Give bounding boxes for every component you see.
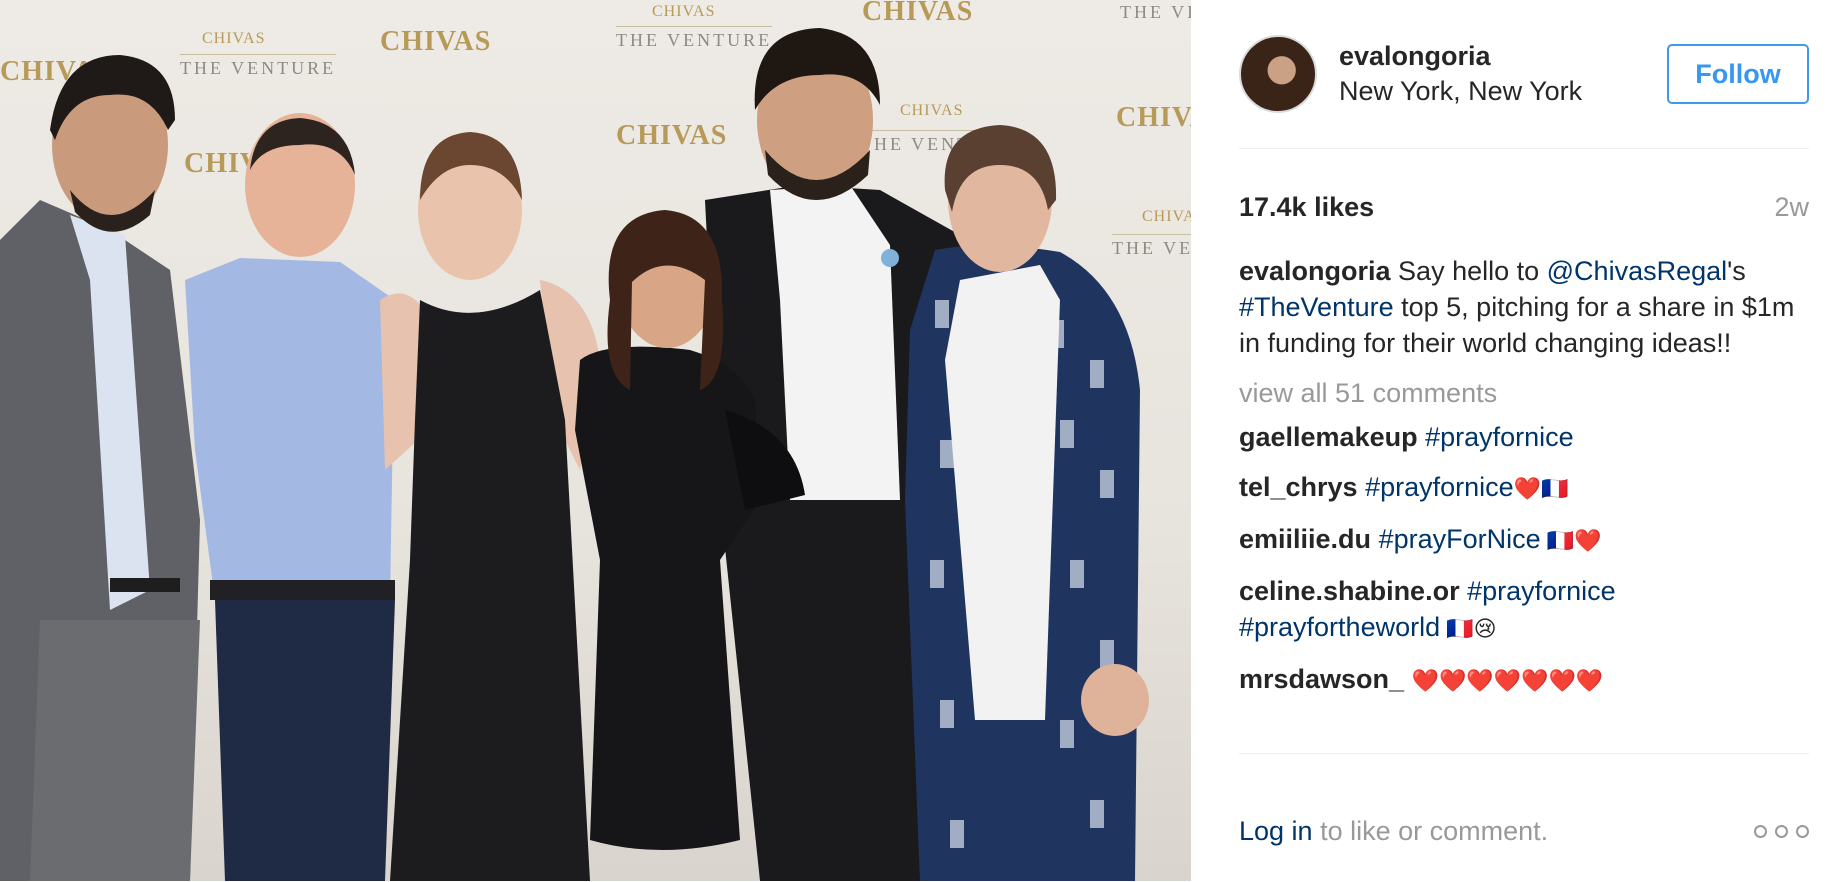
- login-prompt-text: to like or comment.: [1312, 815, 1549, 846]
- person-1: [0, 55, 200, 881]
- author-location[interactable]: New York, New York: [1339, 73, 1667, 109]
- caption-mention[interactable]: @ChivasRegal: [1547, 256, 1727, 286]
- comment-emoji: ❤️❤️❤️❤️❤️❤️❤️: [1411, 668, 1604, 693]
- caption-username[interactable]: evalongoria: [1239, 256, 1391, 286]
- comment-username[interactable]: celine.shabine.or: [1239, 576, 1460, 606]
- caption-text: Say hello to: [1390, 256, 1547, 286]
- comment-username[interactable]: emiiliie.du: [1239, 524, 1371, 554]
- comment-item: celine.shabine.or #prayfornice #prayfort…: [1239, 573, 1809, 647]
- comment-hashtag[interactable]: #prayfornice: [1425, 422, 1574, 452]
- login-prompt: Log in to like or comment.: [1239, 816, 1548, 847]
- login-link[interactable]: Log in: [1239, 816, 1313, 846]
- dot-icon: [1775, 824, 1788, 838]
- likes-row: 17.4k likes 2w: [1239, 177, 1809, 237]
- comment-item: emiiliie.du #prayForNice 🇫🇷❤️: [1239, 521, 1809, 559]
- avatar[interactable]: [1239, 35, 1317, 113]
- people-illustration: [0, 28, 1149, 881]
- post-header: evalongoria New York, New York Follow: [1239, 0, 1809, 149]
- comment-item: tel_chrys #prayfornice❤️🇫🇷: [1239, 469, 1809, 507]
- post-caption: evalongoria Say hello to @ChivasRegal's …: [1239, 253, 1809, 361]
- side-panel: evalongoria New York, New York Follow 17…: [1191, 0, 1847, 881]
- comment-username[interactable]: tel_chrys: [1239, 472, 1358, 502]
- view-all-comments-link[interactable]: view all 51 comments: [1239, 375, 1809, 411]
- comment-item: gaellemakeup #prayfornice: [1239, 419, 1809, 455]
- comment-username[interactable]: mrsdawson_: [1239, 664, 1404, 694]
- header-text: evalongoria New York, New York: [1339, 39, 1667, 109]
- post-footer: Log in to like or comment.: [1239, 753, 1809, 882]
- more-options-icon[interactable]: [1754, 824, 1809, 838]
- likes-count[interactable]: 17.4k likes: [1239, 192, 1374, 223]
- caption-hashtag[interactable]: #TheVenture: [1239, 292, 1394, 322]
- comment-hashtag[interactable]: #prayForNice: [1379, 524, 1541, 554]
- post-photo[interactable]: CHIVAS CHIVAS CHIVAS CHIVAS CHIVAS CHIVA…: [0, 0, 1191, 881]
- comment-item: mrsdawson_ ❤️❤️❤️❤️❤️❤️❤️: [1239, 661, 1809, 699]
- instagram-post: CHIVAS CHIVAS CHIVAS CHIVAS CHIVAS CHIVA…: [0, 0, 1847, 881]
- comment-hashtag[interactable]: #prayfornice: [1365, 472, 1514, 502]
- person-2: [185, 113, 395, 881]
- dot-icon: [1754, 824, 1767, 838]
- person-3: [380, 132, 600, 881]
- follow-button[interactable]: Follow: [1667, 44, 1809, 104]
- comment-emoji: 🇫🇷❤️: [1540, 528, 1602, 553]
- dot-icon: [1796, 824, 1809, 838]
- comment-emoji: ❤️🇫🇷: [1513, 476, 1569, 501]
- caption-text: 's: [1727, 256, 1746, 286]
- author-username[interactable]: evalongoria: [1339, 39, 1667, 73]
- post-time[interactable]: 2w: [1774, 192, 1809, 223]
- comment-emoji: 🇫🇷😢: [1440, 616, 1497, 641]
- comment-username[interactable]: gaellemakeup: [1239, 422, 1418, 452]
- comment-list: gaellemakeup #prayfornice tel_chrys #pra…: [1239, 419, 1809, 699]
